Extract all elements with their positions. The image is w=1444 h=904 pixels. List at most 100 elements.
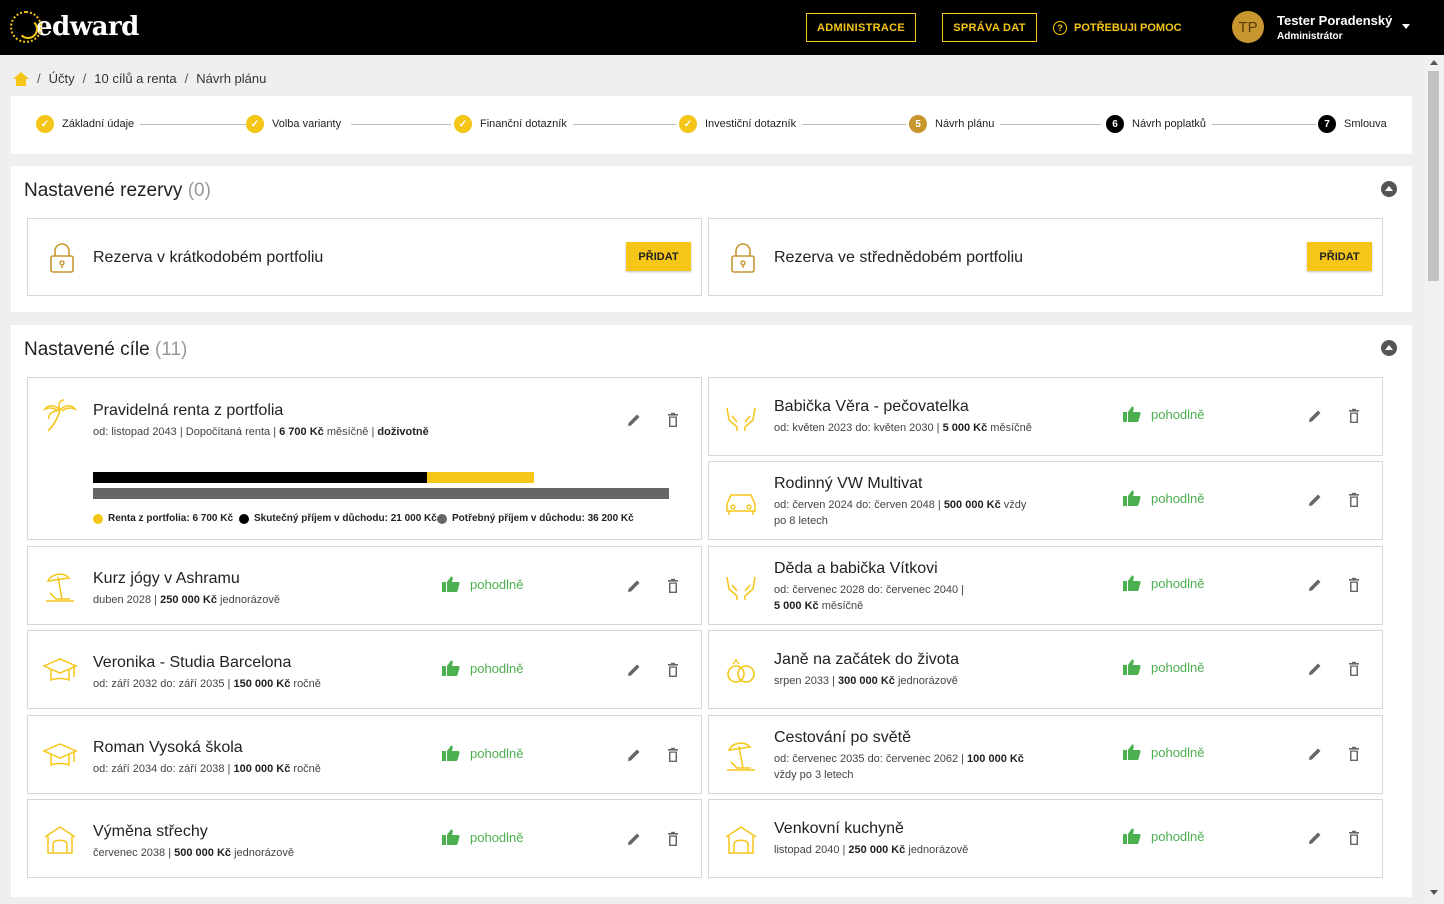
goal-status: pohodlně xyxy=(1123,490,1205,506)
goal-status: pohodlně xyxy=(1123,575,1205,591)
data-management-button[interactable]: SPRÁVA DAT xyxy=(942,13,1037,42)
reserve-title: Rezerva ve střednědobém portfoliu xyxy=(774,249,1024,266)
rings-icon xyxy=(723,653,759,689)
collapse-icon[interactable] xyxy=(1381,340,1397,356)
status-label: pohodlně xyxy=(1151,744,1205,760)
edit-icon[interactable] xyxy=(626,412,642,428)
scrollbar-thumb[interactable] xyxy=(1428,71,1439,281)
legend-gray-dot xyxy=(437,513,447,524)
step-variant[interactable]: ✓ Volba varianty xyxy=(246,115,348,133)
step-label: Smlouva xyxy=(1344,118,1387,130)
goal-detail-text: od: červen 2024 do: červen 2048 | xyxy=(774,499,944,511)
add-reserve-button[interactable]: PŘIDAT xyxy=(626,242,691,271)
collapse-icon[interactable] xyxy=(1381,181,1397,197)
house-icon xyxy=(42,822,78,858)
goal-detail-text: měsíčně | xyxy=(323,426,378,438)
goal-amount: 250 000 Kč xyxy=(160,594,217,606)
legend-black-dot xyxy=(239,513,249,524)
step-plan-proposal[interactable]: 5 Návrh plánu xyxy=(909,115,1001,133)
delete-icon[interactable] xyxy=(1346,577,1362,593)
avatar[interactable]: TP xyxy=(1232,11,1264,43)
reserves-panel: Nastavené rezervy (0) Rezerva v krátkodo… xyxy=(11,166,1412,312)
edit-icon[interactable] xyxy=(1307,408,1323,424)
edit-icon[interactable] xyxy=(626,662,642,678)
edit-icon[interactable] xyxy=(626,578,642,594)
goal-status: pohodlně xyxy=(1123,828,1205,844)
delete-icon[interactable] xyxy=(1346,408,1362,424)
edit-icon[interactable] xyxy=(626,747,642,763)
legend-rent: Renta z portfolia: 6 700 Kč xyxy=(93,513,233,524)
step-basic-info[interactable]: ✓ Základní údaje xyxy=(36,115,141,133)
goal-title: Janě na začátek do života xyxy=(774,651,960,668)
edit-icon[interactable] xyxy=(1307,492,1323,508)
care-hands-icon xyxy=(723,400,759,436)
progress-stepper: ✓ Základní údaje ✓ Volba varianty ✓ Fina… xyxy=(11,96,1412,154)
goal-card: Děda a babička Vítkovi od: červenec 2028… xyxy=(708,546,1383,625)
question-icon: ? xyxy=(1053,20,1067,35)
add-reserve-button[interactable]: PŘIDAT xyxy=(1307,242,1372,271)
step-financial-questionnaire[interactable]: ✓ Finanční dotazník xyxy=(454,115,573,133)
breadcrumb-account[interactable]: 10 cílů a renta xyxy=(94,71,176,86)
goal-detail-text: od: září 2034 do: září 2038 | xyxy=(93,763,234,775)
help-label: POTŘEBUJI POMOC xyxy=(1074,21,1182,34)
goal-details: listopad 2040 | 250 000 Kč jednorázově xyxy=(774,842,968,858)
goal-detail-text: od: červenec 2035 do: červenec 2062 | xyxy=(774,753,968,765)
goal-detail-text: jednorázově xyxy=(905,844,969,856)
delete-icon[interactable] xyxy=(665,412,681,428)
breadcrumb: / Účty / 10 cílů a renta / Návrh plánu xyxy=(13,71,266,86)
thumbs-up-icon xyxy=(442,829,460,845)
thumbs-up-icon xyxy=(1123,575,1141,591)
step-number: 5 xyxy=(909,115,927,133)
edit-icon[interactable] xyxy=(1307,661,1323,677)
step-investment-questionnaire[interactable]: ✓ Investiční dotazník xyxy=(679,115,803,133)
delete-icon[interactable] xyxy=(665,578,681,594)
delete-icon[interactable] xyxy=(1346,492,1362,508)
portfolio-rent-bar xyxy=(427,472,534,483)
actual-income-bar xyxy=(93,472,427,483)
chevron-down-icon[interactable] xyxy=(1402,24,1410,29)
step-connector xyxy=(571,124,676,125)
goal-detail-text: srpen 2033 | xyxy=(774,675,839,687)
goal-status: pohodlně xyxy=(442,745,524,761)
delete-icon[interactable] xyxy=(665,747,681,763)
edward-logo[interactable]: edward xyxy=(10,10,139,44)
scroll-up-arrow-icon[interactable] xyxy=(1430,60,1438,65)
edit-icon[interactable] xyxy=(626,831,642,847)
edit-icon[interactable] xyxy=(1307,577,1323,593)
administration-button[interactable]: ADMINISTRACE xyxy=(806,13,916,42)
user-name[interactable]: Tester Poradenský xyxy=(1277,13,1392,28)
step-connector xyxy=(801,124,906,125)
step-connector xyxy=(136,124,246,125)
goal-status: pohodlně xyxy=(1123,744,1205,760)
goal-card: Roman Vysoká škola od: září 2034 do: zář… xyxy=(27,715,702,794)
delete-icon[interactable] xyxy=(665,662,681,678)
delete-icon[interactable] xyxy=(1346,830,1362,846)
help-button[interactable]: ? POTŘEBUJI POMOC xyxy=(1053,13,1182,42)
goal-card: Janě na začátek do života srpen 2033 | 3… xyxy=(708,630,1383,709)
reserves-title-text: Nastavené rezervy xyxy=(24,180,183,201)
home-icon[interactable] xyxy=(13,71,29,86)
goal-details: od: červenec 2035 do: červenec 2062 | 10… xyxy=(774,751,1024,783)
delete-icon[interactable] xyxy=(665,831,681,847)
scroll-down-arrow-icon[interactable] xyxy=(1430,890,1438,895)
goal-detail-text: listopad 2040 | xyxy=(774,844,849,856)
goal-title: Cestování po světě xyxy=(774,729,911,746)
edit-icon[interactable] xyxy=(1307,830,1323,846)
delete-icon[interactable] xyxy=(1346,661,1362,677)
goal-amount: 100 000 Kč xyxy=(967,753,1024,765)
goal-detail-text: jednorázově xyxy=(216,594,280,606)
edit-icon[interactable] xyxy=(1307,746,1323,762)
delete-icon[interactable] xyxy=(1346,746,1362,762)
logo-text: edward xyxy=(36,12,139,42)
step-label: Investiční dotazník xyxy=(705,118,797,130)
reserve-card-short: Rezerva v krátkodobém portfoliu PŘIDAT xyxy=(27,218,702,296)
step-contract[interactable]: 7 Smlouva xyxy=(1318,115,1393,133)
goal-details: od: červenec 2028 do: červenec 2040 | 5 0… xyxy=(774,582,964,614)
step-fee-proposal[interactable]: 6 Návrh poplatků xyxy=(1106,115,1212,133)
step-number: 6 xyxy=(1106,115,1124,133)
care-hands-icon xyxy=(723,569,759,605)
goal-title: Roman Vysoká škola xyxy=(93,739,243,756)
breadcrumb-accounts[interactable]: Účty xyxy=(49,71,75,86)
legend-actual-income: Skutečný příjem v důchodu: 21 000 Kč xyxy=(239,513,437,524)
breadcrumb-current: Návrh plánu xyxy=(196,71,267,86)
